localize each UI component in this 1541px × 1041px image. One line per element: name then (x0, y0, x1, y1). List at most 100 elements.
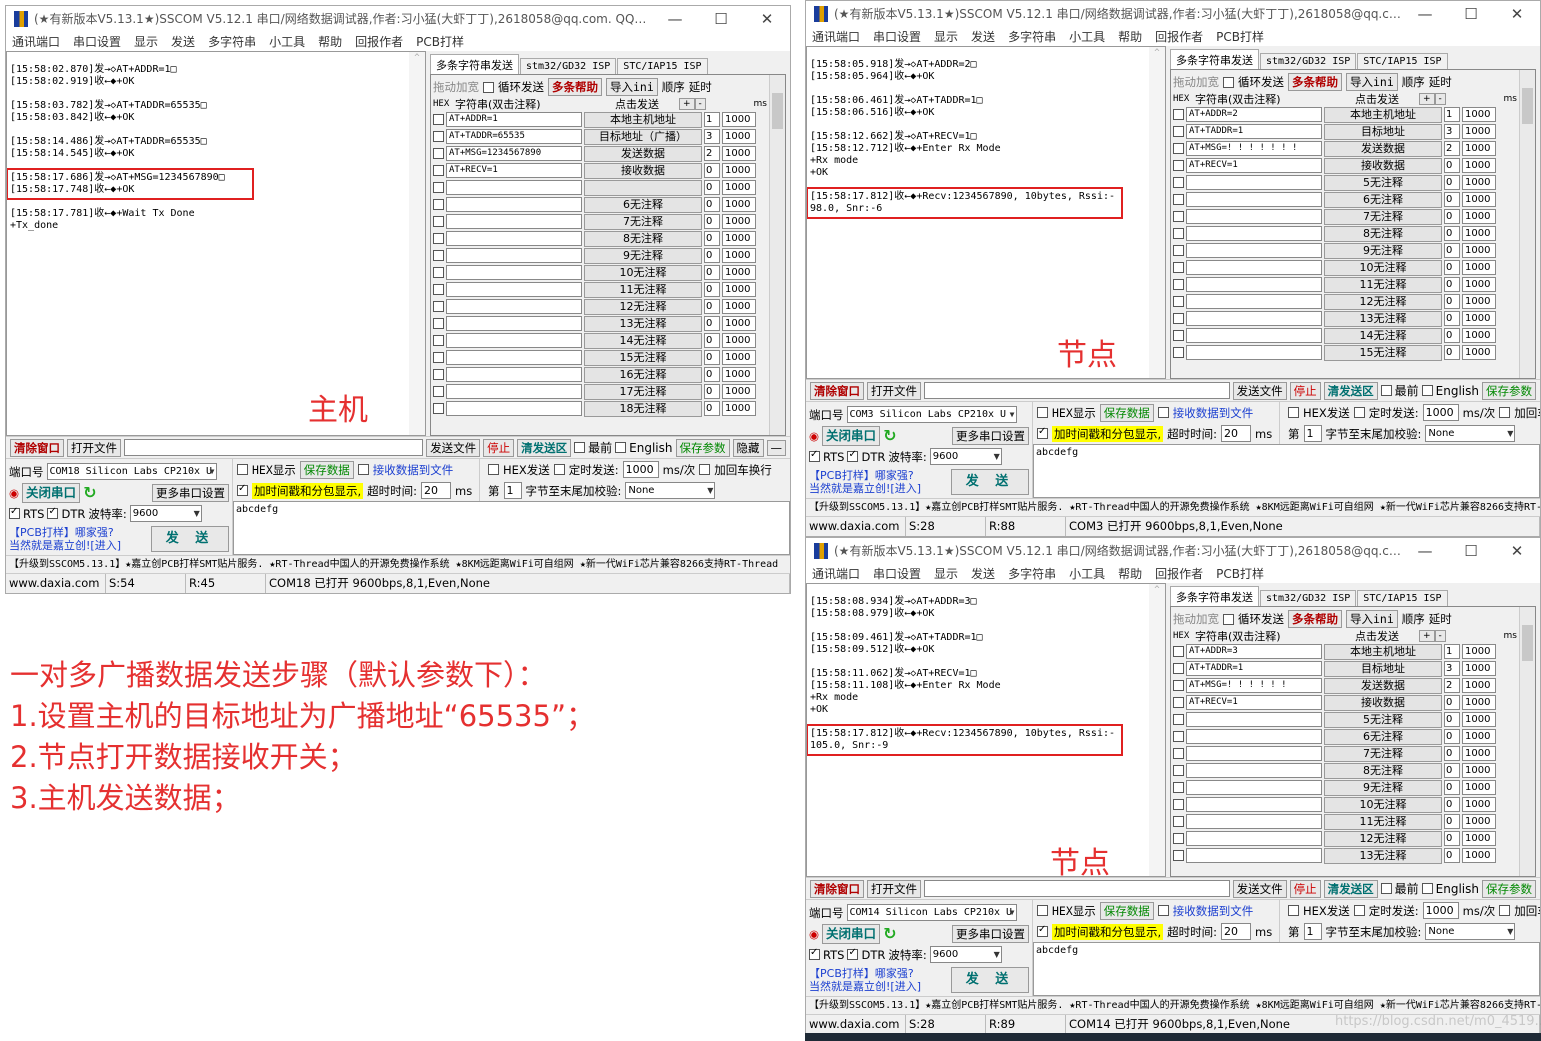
order-input[interactable]: 0 (704, 265, 720, 280)
menu-item[interactable]: 显示 (934, 28, 958, 45)
send-string-button[interactable]: 16无注释 (584, 367, 702, 383)
send-string-button[interactable]: 10无注释 (1324, 797, 1442, 813)
save-data-button[interactable]: 保存数据 (1100, 902, 1154, 920)
ad-ticker[interactable]: 【升级到SSCOM5.13.1】★嘉立创PCB打样SMT贴片服务. ★RT-Th… (6, 556, 790, 574)
hide-button[interactable]: 隐藏 (733, 439, 764, 457)
timed-send-interval[interactable]: 1000 (1423, 902, 1459, 919)
hex-checkbox[interactable] (1173, 782, 1184, 793)
pcb-ad-link[interactable]: 【PCB打样】哪家强?当然就是嘉立创![进入] (809, 967, 921, 993)
send-string-button[interactable]: 本地主机地址 (1324, 107, 1442, 123)
hex-checkbox[interactable] (433, 284, 444, 295)
delay-input[interactable]: 1000 (1462, 294, 1496, 309)
timed-send-interval[interactable]: 1000 (623, 461, 659, 478)
close-port-button[interactable]: 关闭串口 (822, 426, 880, 446)
hex-checkbox[interactable] (433, 233, 444, 244)
hex-checkbox[interactable] (433, 369, 444, 380)
menu-item[interactable]: 小工具 (1069, 565, 1105, 582)
topmost-checkbox[interactable] (1381, 385, 1392, 396)
order-input[interactable]: 0 (704, 333, 720, 348)
drag-widen-label[interactable]: 拖动加宽 (1173, 74, 1219, 90)
order-input[interactable]: 0 (1444, 243, 1460, 258)
hex-checkbox[interactable] (1173, 126, 1184, 137)
string-input[interactable]: AT+ADDR=3 (1186, 644, 1322, 659)
minimize-button[interactable]: — (652, 10, 698, 28)
menu-item[interactable]: PCB打样 (1216, 28, 1264, 45)
string-input[interactable]: AT+ADDR=2 (1186, 107, 1322, 122)
menu-item[interactable]: 回报作者 (355, 33, 403, 50)
hex-checkbox[interactable] (1173, 816, 1184, 827)
stop-button[interactable]: 停止 (1290, 382, 1321, 400)
delay-input[interactable]: 1000 (722, 316, 756, 331)
add-row-button[interactable]: + (679, 98, 695, 110)
topmost-checkbox[interactable] (1381, 883, 1392, 894)
clear-send-button[interactable]: 清发送区 (1324, 382, 1378, 400)
string-input[interactable] (1186, 294, 1322, 309)
tab-0[interactable]: 多条字符串发送 (430, 54, 519, 74)
send-string-button[interactable]: 发送数据 (584, 146, 702, 162)
import-ini-button[interactable]: 导入ini (606, 78, 658, 96)
order-input[interactable]: 0 (1444, 729, 1460, 744)
order-input[interactable]: 0 (704, 384, 720, 399)
menu-item[interactable]: PCB打样 (416, 33, 464, 50)
delay-input[interactable]: 1000 (1462, 226, 1496, 241)
hex-send-checkbox[interactable] (488, 464, 499, 475)
import-ini-button[interactable]: 导入ini (1346, 73, 1398, 91)
send-string-button[interactable]: 7无注释 (1324, 746, 1442, 762)
english-checkbox[interactable] (1422, 385, 1433, 396)
dtr-checkbox[interactable] (847, 949, 858, 960)
close-button[interactable]: ✕ (1494, 542, 1540, 560)
send-string-button[interactable]: 15无注释 (584, 350, 702, 366)
string-input[interactable] (1186, 831, 1322, 846)
menu-item[interactable]: 发送 (971, 565, 995, 582)
delay-input[interactable]: 1000 (722, 146, 756, 161)
pcb-ad-line-1[interactable]: 【PCB打样】哪家强? (9, 526, 121, 539)
pcb-ad-line-2[interactable]: 当然就是嘉立创![进入] (809, 482, 921, 495)
timeout-input[interactable]: 20 (421, 482, 451, 499)
delay-input[interactable]: 1000 (1462, 797, 1496, 812)
string-input[interactable]: AT+ADDR=1 (446, 112, 582, 127)
hex-checkbox[interactable] (1173, 211, 1184, 222)
string-input[interactable] (446, 316, 582, 331)
order-input[interactable]: 0 (704, 299, 720, 314)
scroll-thumb[interactable] (772, 93, 783, 129)
scroll-thumb[interactable] (1522, 625, 1533, 661)
hex-checkbox[interactable] (1173, 646, 1184, 657)
timed-send-checkbox[interactable] (1354, 905, 1365, 916)
order-input[interactable]: 1 (704, 112, 720, 127)
hex-checkbox[interactable] (1173, 850, 1184, 861)
add-crlf-checkbox[interactable] (1499, 407, 1510, 418)
send-string-button[interactable]: 8无注释 (584, 231, 702, 247)
delay-input[interactable]: 1000 (722, 350, 756, 365)
send-string-button[interactable]: 11无注释 (1324, 277, 1442, 293)
scroll-thumb[interactable] (1522, 88, 1533, 124)
order-input[interactable]: 0 (704, 316, 720, 331)
delay-input[interactable]: 1000 (722, 333, 756, 348)
hex-checkbox[interactable] (433, 301, 444, 312)
close-button[interactable]: ✕ (744, 10, 790, 28)
order-input[interactable]: 1 (1444, 107, 1460, 122)
collapse-button[interactable]: — (767, 440, 787, 456)
tab-0[interactable]: 多条字符串发送 (1170, 49, 1259, 69)
checksum-select[interactable]: None (625, 482, 715, 499)
order-input[interactable]: 3 (1444, 661, 1460, 676)
string-input[interactable] (446, 265, 582, 280)
delay-input[interactable]: 1000 (722, 265, 756, 280)
tab-2[interactable]: STC/IAP15 ISP (1357, 53, 1447, 69)
string-input[interactable] (446, 350, 582, 365)
order-input[interactable]: 0 (1444, 192, 1460, 207)
menu-item[interactable]: 显示 (134, 33, 158, 50)
order-input[interactable]: 0 (704, 350, 720, 365)
save-data-button[interactable]: 保存数据 (300, 461, 354, 479)
menu-item[interactable]: 帮助 (1118, 28, 1142, 45)
tab-1[interactable]: stm32/GD32 ISP (520, 58, 616, 74)
receive-log[interactable]: [15:58:02.870]发→◇AT+ADDR=1□ [15:58:02.91… (6, 51, 426, 436)
log-scrollbar[interactable]: ^ (1149, 47, 1165, 378)
english-checkbox[interactable] (615, 442, 626, 453)
tab-0[interactable]: 多条字符串发送 (1170, 586, 1259, 606)
string-input[interactable]: AT+TADDR=1 (1186, 661, 1322, 676)
website-link[interactable]: www.daxia.com (6, 574, 106, 593)
order-input[interactable]: 0 (1444, 260, 1460, 275)
tab-1[interactable]: stm32/GD32 ISP (1260, 53, 1356, 69)
hex-checkbox[interactable] (1173, 799, 1184, 810)
delay-input[interactable]: 1000 (1462, 661, 1496, 676)
